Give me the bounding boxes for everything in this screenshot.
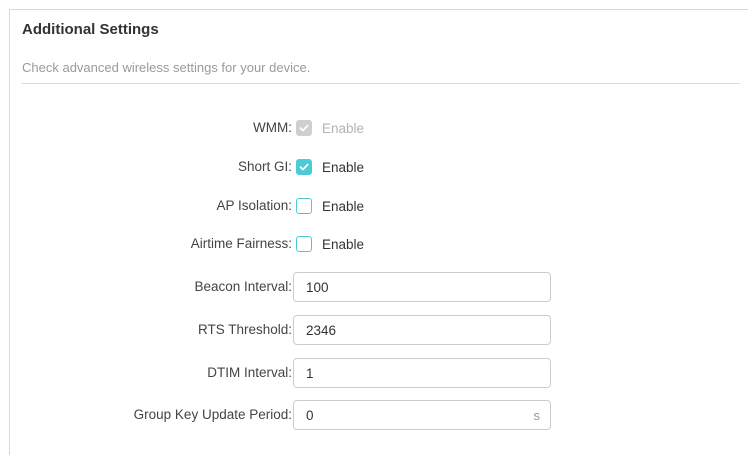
dtim-interval-label: DTIM Interval: bbox=[207, 365, 292, 380]
rts-threshold-value: 2346 bbox=[306, 322, 337, 338]
ap-isolation-enable-label: Enable bbox=[322, 198, 365, 214]
group-key-update-period-row: Group Key Update Period: 0 s bbox=[10, 399, 748, 431]
short-gi-checkbox[interactable]: Enable bbox=[296, 151, 364, 183]
group-key-update-period-input[interactable]: 0 s bbox=[293, 400, 551, 430]
ap-isolation-label: AP Isolation: bbox=[216, 198, 292, 213]
short-gi-enable-label: Enable bbox=[322, 159, 365, 175]
ap-isolation-checkbox[interactable]: Enable bbox=[296, 190, 364, 222]
ap-isolation-row: AP Isolation: Enable bbox=[10, 190, 748, 222]
section-divider bbox=[22, 83, 740, 84]
rts-threshold-row: RTS Threshold: 2346 bbox=[10, 314, 748, 346]
beacon-interval-input[interactable]: 100 bbox=[293, 272, 551, 302]
rts-threshold-input[interactable]: 2346 bbox=[293, 315, 551, 345]
wmm-checkbox[interactable]: Enable bbox=[296, 112, 364, 144]
checkbox-unchecked-icon bbox=[296, 198, 312, 214]
beacon-interval-label: Beacon Interval: bbox=[194, 279, 292, 294]
wmm-enable-label: Enable bbox=[322, 120, 365, 136]
checkbox-checked-disabled-icon bbox=[296, 120, 312, 136]
airtime-fairness-label: Airtime Fairness: bbox=[190, 236, 292, 251]
seconds-unit-label: s bbox=[533, 407, 541, 423]
checkbox-checked-icon bbox=[296, 159, 312, 175]
additional-settings-panel: Additional Settings Check advanced wirel… bbox=[9, 9, 748, 455]
group-key-update-period-label: Group Key Update Period: bbox=[133, 407, 292, 422]
dtim-interval-input[interactable]: 1 bbox=[293, 358, 551, 388]
short-gi-row: Short GI: Enable bbox=[10, 151, 748, 183]
wmm-label: WMM: bbox=[253, 120, 292, 135]
section-description: Check advanced wireless settings for you… bbox=[22, 60, 311, 75]
airtime-fairness-checkbox[interactable]: Enable bbox=[296, 228, 364, 260]
group-key-update-period-value: 0 bbox=[306, 407, 314, 423]
airtime-fairness-row: Airtime Fairness: Enable bbox=[10, 228, 748, 260]
beacon-interval-value: 100 bbox=[306, 279, 329, 295]
dtim-interval-row: DTIM Interval: 1 bbox=[10, 357, 748, 389]
wmm-row: WMM: Enable bbox=[10, 112, 748, 144]
beacon-interval-row: Beacon Interval: 100 bbox=[10, 271, 748, 303]
short-gi-label: Short GI: bbox=[237, 159, 292, 174]
rts-threshold-label: RTS Threshold: bbox=[197, 322, 292, 337]
checkbox-unchecked-icon bbox=[296, 236, 312, 252]
section-title: Additional Settings bbox=[22, 21, 159, 38]
dtim-interval-value: 1 bbox=[306, 365, 314, 381]
airtime-fairness-enable-label: Enable bbox=[322, 236, 365, 252]
